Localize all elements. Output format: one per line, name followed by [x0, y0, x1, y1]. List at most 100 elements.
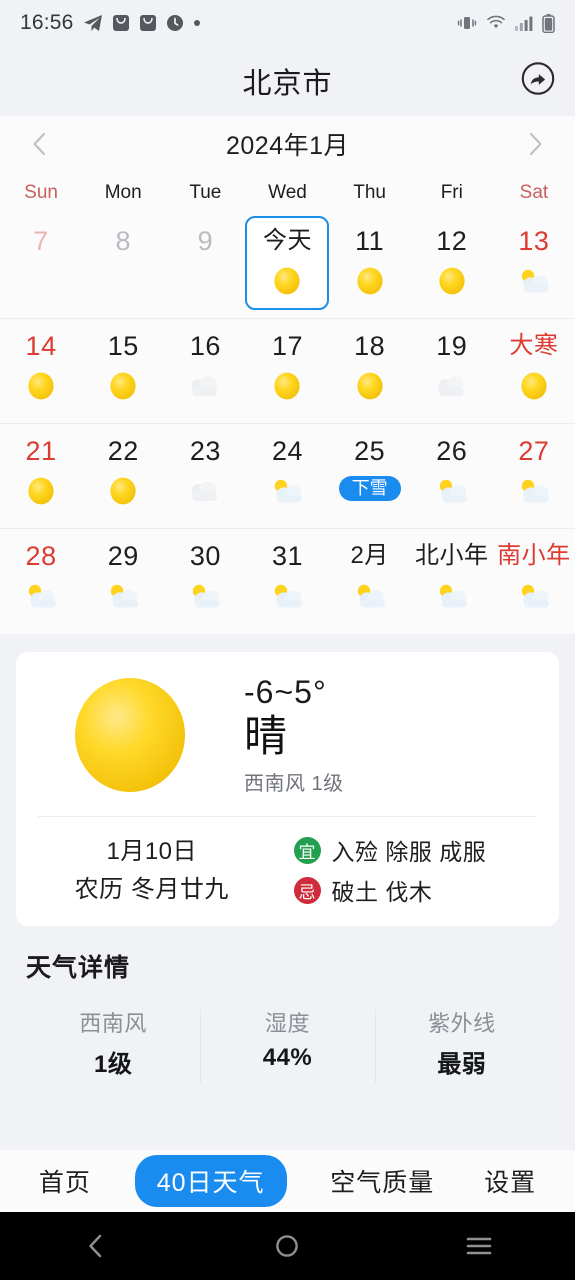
weather-condition: 晴	[244, 713, 288, 761]
partly-cloudy-icon	[275, 584, 303, 608]
partly-cloudy-icon	[105, 579, 141, 613]
detail-column: 紫外线 最弱	[374, 1006, 549, 1083]
sunny-icon	[521, 372, 547, 400]
share-icon[interactable]	[521, 62, 555, 101]
next-month-button[interactable]	[521, 130, 549, 158]
month-label[interactable]: 2024年1月	[226, 126, 349, 162]
detail-label: 西南风	[79, 1010, 147, 1036]
bottom-tab-bar: 首页 40日天气 空气质量 设置	[0, 1150, 575, 1212]
partly-cloudy-icon	[521, 584, 549, 608]
calendar-day-cell[interactable]: 南小年	[493, 529, 575, 634]
title-bar: 北京市	[0, 46, 575, 116]
calendar-day-cell[interactable]: 大寒	[493, 319, 575, 423]
partly-cloudy-icon	[439, 584, 467, 608]
back-icon[interactable]	[66, 1216, 126, 1276]
partly-cloudy-icon	[439, 479, 467, 503]
calendar-day-cell[interactable]: 11	[329, 214, 411, 318]
yi-row: 宜 入殓 除服 成服	[293, 833, 560, 867]
recents-icon[interactable]	[449, 1216, 509, 1276]
calendar-day-cell[interactable]: 23	[164, 424, 246, 528]
signal-icon	[515, 15, 533, 31]
day-number: 26	[436, 436, 468, 466]
date-block: 1月10日 农历 冬月廿九	[16, 833, 288, 907]
sunny-icon	[272, 264, 302, 298]
day-number: 31	[271, 541, 304, 571]
cloudy-icon	[438, 376, 464, 396]
day-number: 18	[354, 331, 386, 361]
mail-icon	[139, 14, 157, 32]
partly-cloudy-icon	[187, 579, 223, 613]
calendar-day-cell[interactable]: 7	[0, 214, 82, 318]
day-number: 2月	[350, 542, 389, 569]
cloudy-icon	[435, 369, 469, 403]
sunny-large-icon	[16, 675, 244, 795]
calendar-day-cell[interactable]: 28	[0, 529, 82, 634]
vibrate-icon	[457, 14, 477, 32]
calendar-day-cell[interactable]: 8	[82, 214, 164, 318]
calendar-day-cell[interactable]: 14	[0, 319, 82, 423]
calendar-day-cell[interactable]: 15	[82, 319, 164, 423]
calendar-day-cell[interactable]: 24	[246, 424, 328, 528]
weekday-wed: Wed	[268, 182, 307, 203]
tab-2[interactable]: 空气质量	[324, 1159, 440, 1203]
detail-label: 湿度	[264, 1010, 310, 1036]
calendar-day-cell[interactable]: 21	[0, 424, 82, 528]
tab-1[interactable]: 40日天气	[134, 1155, 287, 1207]
partly-cloudy-icon	[269, 474, 305, 508]
calendar-day-cell[interactable]: 9	[164, 214, 246, 318]
sunny-icon	[519, 369, 549, 403]
weather-card[interactable]: -6~5° 晴 西南风 1级 1月10日 农历 冬月廿九 宜 入殓 除服 成服	[16, 652, 559, 926]
sunny-icon	[439, 267, 465, 295]
calendar-day-cell[interactable]: 今天	[245, 214, 330, 318]
cloudy-icon	[188, 474, 222, 508]
day-number: 南小年	[497, 542, 571, 569]
partly-cloudy-icon	[516, 579, 552, 613]
partly-cloudy-icon	[23, 579, 59, 613]
calendar-week-row: 7 8 9 今天 11 12 13	[0, 214, 575, 319]
day-number: 22	[107, 436, 139, 466]
day-number: 30	[189, 541, 221, 571]
ji-badge-icon: 忌	[293, 876, 321, 904]
calendar-day-cell[interactable]: 26	[411, 424, 493, 528]
day-number: 17	[271, 331, 304, 361]
partly-cloudy-icon	[275, 479, 303, 503]
day-number: 15	[107, 331, 139, 361]
calendar-day-cell[interactable]: 22	[82, 424, 164, 528]
weekday-tue: Tue	[189, 182, 222, 203]
calendar-day-cell[interactable]: 12	[411, 214, 493, 318]
detail-column: 湿度 44%	[200, 1006, 374, 1083]
partly-cloudy-icon	[193, 584, 221, 608]
calendar-day-cell[interactable]: 27	[493, 424, 575, 528]
sunny-icon	[355, 264, 385, 298]
day-number: 14	[25, 331, 57, 361]
home-icon[interactable]	[257, 1216, 317, 1276]
weather-info: -6~5° 晴 西南风 1级	[244, 674, 344, 796]
calendar-day-cell[interactable]: 25 下雪	[329, 424, 411, 528]
calendar-day-cell[interactable]: 13	[493, 214, 575, 318]
calendar-day-cell[interactable]: 16	[164, 319, 246, 423]
weather-event-badge[interactable]: 下雪	[338, 476, 401, 501]
sunny-icon	[357, 267, 383, 295]
prev-month-button[interactable]	[26, 130, 54, 158]
calendar-day-cell[interactable]: 北小年	[411, 529, 493, 634]
weekday-mon: Mon	[104, 182, 142, 203]
sunny-icon	[108, 474, 138, 508]
calendar-day-cell[interactable]: 29	[82, 529, 164, 634]
sunny-icon	[108, 369, 138, 403]
partly-cloudy-icon	[521, 479, 549, 503]
sunny-icon	[26, 474, 56, 508]
calendar-day-cell[interactable]: 31	[246, 529, 328, 634]
tab-3[interactable]: 设置	[478, 1159, 542, 1203]
calendar-day-cell[interactable]: 30	[164, 529, 246, 634]
lunar-date: 农历 冬月廿九	[74, 875, 229, 903]
details-title: 天气详情	[26, 953, 131, 982]
calendar-day-cell[interactable]: 17	[246, 319, 328, 423]
partly-cloudy-icon	[352, 579, 388, 613]
tab-0[interactable]: 首页	[33, 1159, 97, 1203]
day-number: 29	[107, 541, 139, 571]
calendar-day-cell[interactable]: 2月	[329, 529, 411, 634]
calendar-day-cell[interactable]: 19	[411, 319, 493, 423]
sunny-icon	[437, 264, 467, 298]
cloudy-icon	[191, 481, 218, 501]
calendar-day-cell[interactable]: 18	[329, 319, 411, 423]
